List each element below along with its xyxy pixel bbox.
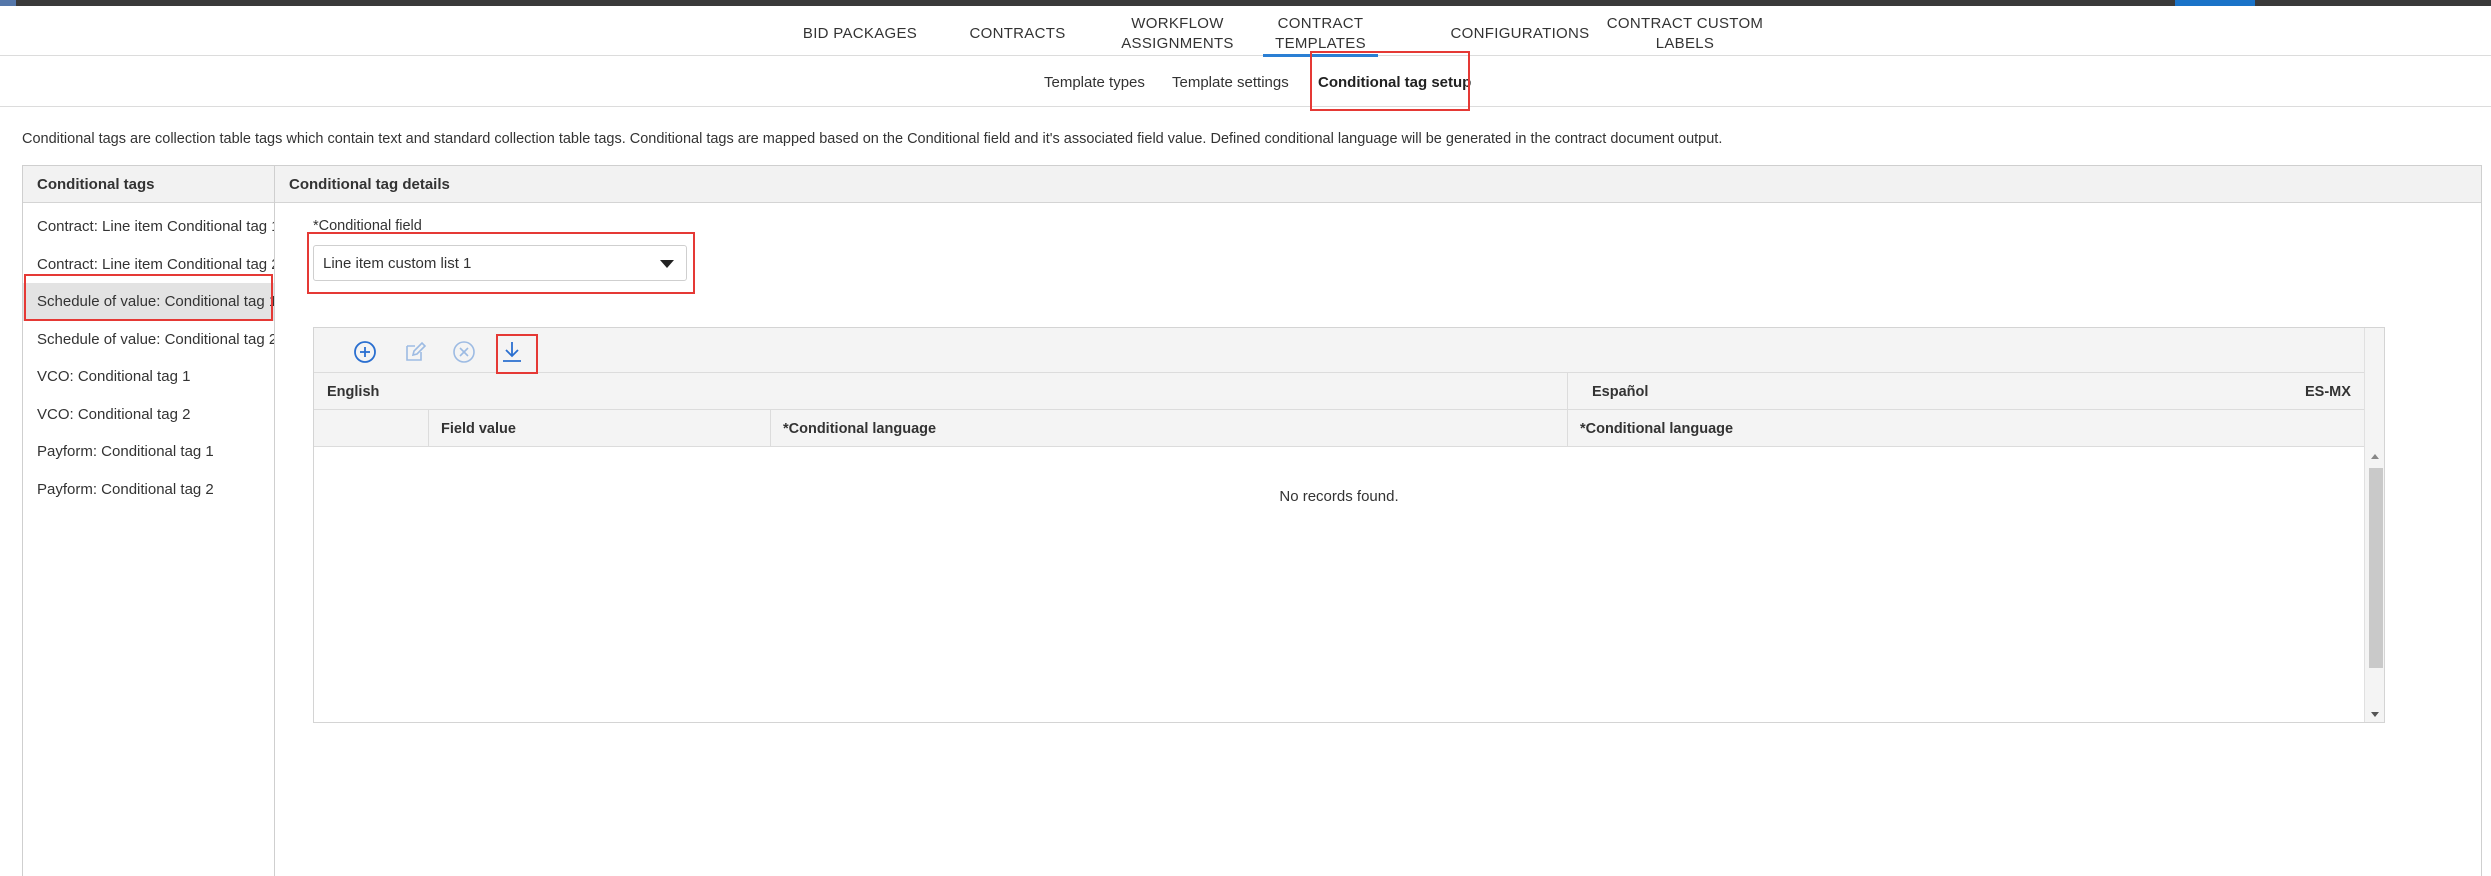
page-description: Conditional tags are collection table ta… [22, 131, 1723, 147]
tab-contract-templates[interactable]: CONTRACT TEMPLATES [1263, 12, 1378, 57]
tag-item[interactable]: Schedule of value: Conditional tag 2 [23, 321, 274, 359]
conditional-tags-panel: Conditional tags Contract: Line item Con… [22, 165, 275, 876]
conditional-language-grid: English Español ES-MX Field value *Condi… [313, 327, 2385, 723]
download-icon[interactable] [498, 338, 526, 366]
language-header-row: English Español ES-MX [314, 373, 2364, 410]
sub-nav: Template types Template settings Conditi… [0, 57, 2491, 107]
scroll-down-icon[interactable] [2371, 712, 2379, 717]
tag-item[interactable]: Contract: Line item Conditional tag 1 [23, 208, 274, 246]
language-code: ES-MX [2305, 383, 2351, 400]
subtab-template-types[interactable]: Template types [1044, 57, 1145, 107]
col-field-value[interactable]: Field value [428, 410, 770, 447]
tag-item[interactable]: VCO: Conditional tag 2 [23, 396, 274, 434]
tab-workflow-assignments[interactable]: WORKFLOW ASSIGNMENTS [1115, 12, 1240, 56]
tag-item[interactable]: Contract: Line item Conditional tag 2 [23, 246, 274, 284]
scroll-thumb[interactable] [2369, 468, 2383, 668]
tab-contracts[interactable]: CONTRACTS [960, 12, 1075, 56]
col-conditional-language-en[interactable]: *Conditional language [770, 410, 1567, 447]
column-header-row: Field value *Conditional language *Condi… [314, 410, 2364, 447]
plus-circle-icon[interactable] [351, 338, 379, 366]
caret-down-icon [660, 260, 674, 268]
tag-item[interactable]: Payform: Conditional tag 2 [23, 471, 274, 509]
x-circle-icon[interactable] [450, 338, 478, 366]
tab-bid-packages[interactable]: BID PACKAGES [795, 12, 925, 56]
subtab-conditional-tag-setup[interactable]: Conditional tag setup [1318, 57, 1471, 107]
language-english: English [327, 383, 380, 400]
col-field-value-label: Field value [441, 420, 516, 437]
tag-item[interactable]: VCO: Conditional tag 1 [23, 358, 274, 396]
edit-icon[interactable] [401, 338, 429, 366]
tab-contract-custom-labels[interactable]: CONTRACT CUSTOM LABELS [1605, 12, 1765, 56]
tag-item-selected[interactable]: Schedule of value: Conditional tag 1 [23, 283, 274, 321]
subtab-template-settings[interactable]: Template settings [1172, 57, 1289, 107]
column-divider [1567, 373, 1568, 410]
conditional-field-label: *Conditional field [313, 218, 422, 234]
col-conditional-language-es[interactable]: *Conditional language [1567, 410, 2364, 447]
grid-scrollbar[interactable] [2364, 328, 2384, 722]
grid-toolbar [314, 328, 2364, 373]
col-conditional-language-en-label: *Conditional language [783, 420, 937, 437]
tag-item[interactable]: Payform: Conditional tag 1 [23, 433, 274, 471]
empty-message: No records found. [1279, 488, 1399, 505]
conditional-field-select[interactable]: Line item custom list 1 [313, 245, 687, 281]
scroll-up-icon[interactable] [2371, 454, 2379, 459]
language-espanol: Español [1592, 383, 1649, 400]
details-header: Conditional tag details [275, 166, 2481, 203]
conditional-tags-header: Conditional tags [23, 166, 274, 203]
tab-configurations[interactable]: CONFIGURATIONS [1450, 12, 1590, 56]
col-conditional-language-es-label: *Conditional language [1580, 420, 1734, 437]
main-nav: BID PACKAGES CONTRACTS WORKFLOW ASSIGNME… [0, 6, 2491, 57]
conditional-field-value: Line item custom list 1 [323, 254, 472, 272]
